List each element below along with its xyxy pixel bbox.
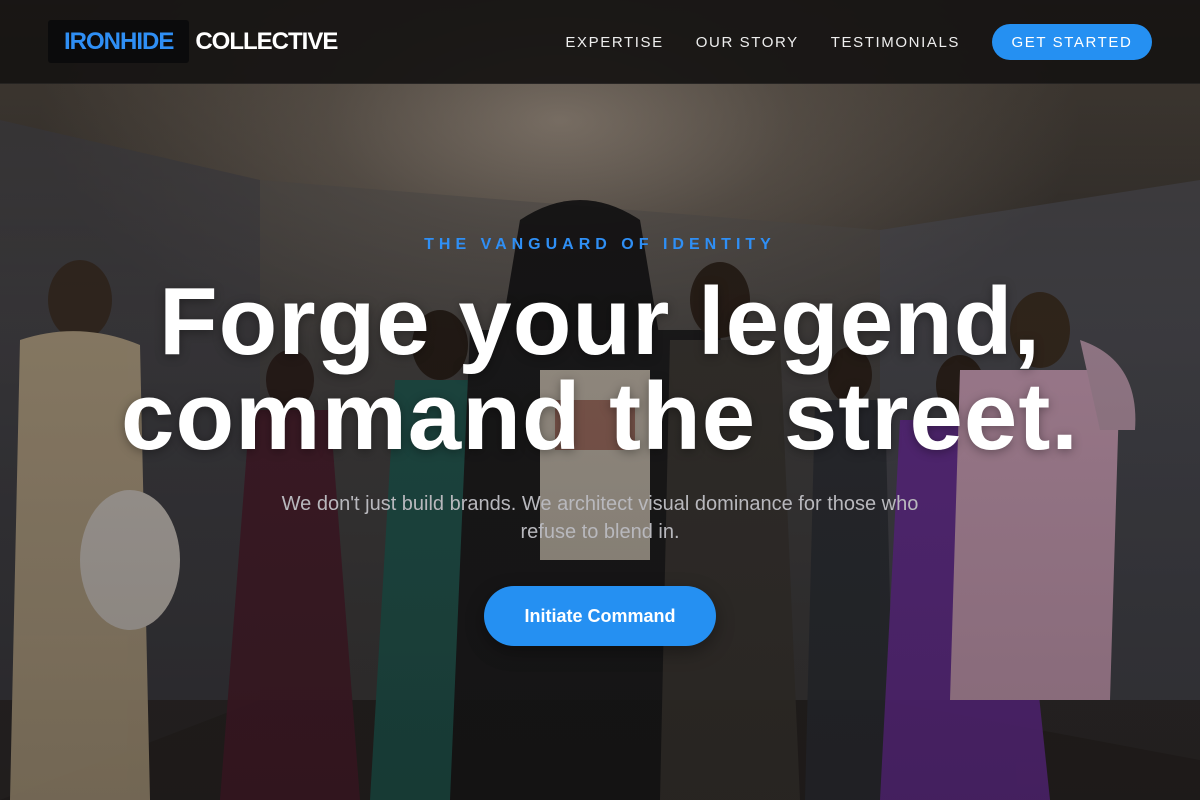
page: IRONHIDE COLLECTIVE EXPERTISE OUR STORY … [0,0,1200,800]
hero-headline-line-1: Forge your legend, [158,268,1042,375]
hero-subtext: We don't just build brands. We architect… [281,493,919,543]
hero-headline: Forge your legend, command the street. [0,268,1200,470]
hero-section: THE VANGUARD OF IDENTITY Forge your lege… [0,0,1200,800]
hero-eyebrow: THE VANGUARD OF IDENTITY [424,236,776,253]
hero-headline-line-2: command the street. [121,363,1079,470]
initiate-command-button[interactable]: Initiate Command [484,586,716,646]
